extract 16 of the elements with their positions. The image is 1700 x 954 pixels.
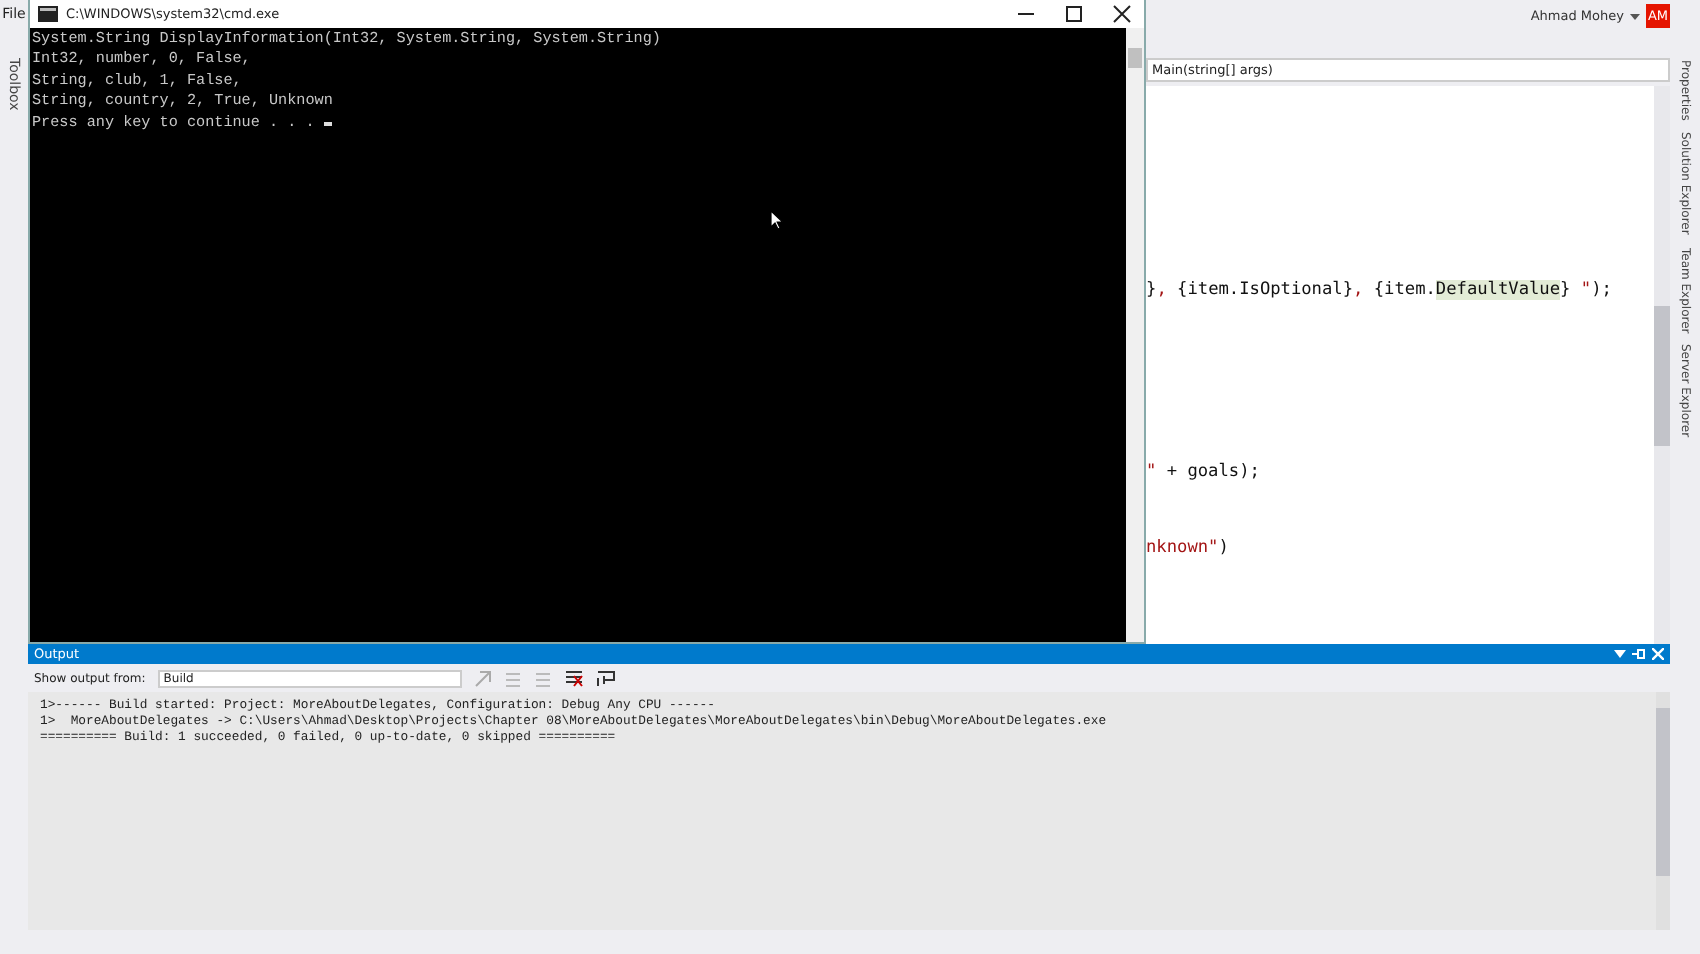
dropdown-arrow-icon[interactable] xyxy=(1614,650,1626,658)
scrollbar[interactable] xyxy=(1656,692,1670,930)
scrollbar[interactable] xyxy=(1126,28,1144,642)
scrollbar[interactable] xyxy=(1650,86,1670,644)
clear-all-icon[interactable] xyxy=(563,669,584,687)
code-line: " + goals); xyxy=(1146,462,1260,482)
code-line: }, {item.IsOptional}, {item.DefaultValue} "); xyxy=(1146,280,1612,300)
text-cursor xyxy=(323,121,332,126)
mouse-pointer-icon xyxy=(770,210,784,230)
word-wrap-icon[interactable] xyxy=(595,669,616,687)
code-line: nknown") xyxy=(1146,538,1229,558)
maximize-icon[interactable] xyxy=(1064,4,1084,24)
close-icon[interactable] xyxy=(1112,4,1132,24)
dropdown-arrow-icon[interactable] xyxy=(1629,13,1640,19)
pin-icon[interactable] xyxy=(1632,648,1646,660)
console-icon xyxy=(38,6,58,22)
